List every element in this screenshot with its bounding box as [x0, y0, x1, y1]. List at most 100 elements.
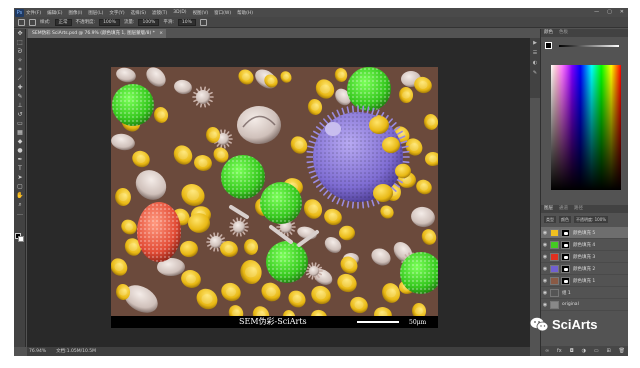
- layer-thumbnail: [550, 264, 559, 273]
- layer-mask-thumbnail[interactable]: [561, 228, 570, 237]
- eraser-tool-icon[interactable]: ▭: [14, 119, 26, 128]
- flow-field[interactable]: 100%: [138, 18, 160, 26]
- crop-tool-icon[interactable]: ⌗: [14, 65, 26, 74]
- layer-row[interactable]: ◉ 颜色填充 5: [541, 227, 628, 239]
- dodge-tool-icon[interactable]: ●: [14, 146, 26, 155]
- close-window-button[interactable]: ✕: [620, 8, 624, 17]
- visibility-eye-icon[interactable]: ◉: [541, 290, 549, 296]
- layer-thumbnail: [550, 228, 559, 237]
- smoothing-field[interactable]: 10%: [177, 18, 196, 26]
- menu-bar: Ps 文件(F) 编辑(E) 图像(I) 图层(L) 文字(Y) 选择(S) 滤…: [14, 8, 628, 17]
- layer-name: 颜色填充 4: [573, 242, 596, 248]
- tab-swatches[interactable]: 色板: [559, 29, 568, 37]
- marquee-tool-icon[interactable]: ⬚: [14, 38, 26, 47]
- lasso-tool-icon[interactable]: ᘐ: [14, 47, 26, 56]
- visibility-eye-icon[interactable]: ◉: [541, 230, 549, 236]
- layer-row[interactable]: ◉ 颜色填充 1: [541, 275, 628, 287]
- visibility-eye-icon[interactable]: ◉: [541, 254, 549, 260]
- layer-row[interactable]: ◉ original: [541, 299, 628, 311]
- layer-mask-thumbnail[interactable]: [561, 252, 570, 261]
- link-layers-icon[interactable]: ∞: [545, 348, 549, 354]
- menu-layer[interactable]: 图层(L): [88, 10, 103, 16]
- layer-thumbnail: [550, 240, 559, 249]
- layer-style-icon[interactable]: fx: [557, 348, 562, 354]
- adjustments-panel-icon[interactable]: ◐: [530, 58, 540, 68]
- path-selection-tool-icon[interactable]: ➤: [14, 173, 26, 182]
- layer-kind-filter[interactable]: 类型: [544, 215, 556, 223]
- delete-layer-icon[interactable]: 🗑: [619, 348, 625, 354]
- pen-tool-icon[interactable]: ✒: [14, 155, 26, 164]
- menu-3d[interactable]: 3D(D): [173, 10, 186, 15]
- new-layer-icon[interactable]: ⊞: [607, 348, 611, 354]
- color-panel-foreground-swatch[interactable]: [545, 42, 552, 49]
- menu-file[interactable]: 文件(F): [26, 10, 41, 16]
- hand-tool-icon[interactable]: ✋: [14, 191, 26, 200]
- properties-panel-icon[interactable]: ☰: [530, 48, 540, 58]
- maximize-button[interactable]: ▢: [607, 8, 612, 17]
- layer-row[interactable]: ◉ 组 1: [541, 287, 628, 299]
- brush-tool-icon[interactable]: ✎: [14, 92, 26, 101]
- healing-brush-tool-icon[interactable]: ✚: [14, 83, 26, 92]
- visibility-eye-icon[interactable]: ◉: [541, 278, 549, 284]
- flow-label: 流量:: [123, 20, 135, 25]
- layer-row[interactable]: ◉ 颜色填充 2: [541, 263, 628, 275]
- menu-type[interactable]: 文字(Y): [109, 10, 124, 16]
- layer-name: 颜色填充 3: [573, 254, 596, 260]
- magic-wand-tool-icon[interactable]: ✧: [14, 56, 26, 65]
- menu-image[interactable]: 图像(I): [68, 10, 82, 16]
- layer-mask-thumbnail[interactable]: [561, 276, 570, 285]
- close-document-icon[interactable]: ×: [159, 29, 163, 38]
- history-brush-tool-icon[interactable]: ↺: [14, 110, 26, 119]
- color-slider[interactable]: [559, 45, 619, 47]
- minimize-button[interactable]: —: [594, 8, 599, 17]
- history-panel-icon[interactable]: ▶: [530, 38, 540, 48]
- add-mask-icon[interactable]: ◘: [570, 348, 574, 354]
- style-select[interactable]: 正常: [54, 18, 72, 26]
- more-tools-icon[interactable]: …: [14, 209, 26, 218]
- new-group-icon[interactable]: ▭: [594, 348, 599, 354]
- clone-stamp-tool-icon[interactable]: ⊥: [14, 101, 26, 110]
- scale-bar-label: 50μm: [409, 319, 427, 326]
- move-tool-icon[interactable]: ✥: [14, 29, 26, 38]
- background-color-swatch[interactable]: [18, 236, 24, 242]
- settings-gear-icon[interactable]: [199, 18, 207, 26]
- adjustment-layer-icon[interactable]: ◑: [582, 348, 586, 354]
- brush-preset-icon[interactable]: [29, 18, 36, 26]
- blend-mode-select[interactable]: 颜色: [559, 215, 571, 223]
- gradient-tool-icon[interactable]: ▦: [14, 128, 26, 137]
- shape-tool-icon[interactable]: ▢: [14, 182, 26, 191]
- visibility-eye-icon[interactable]: ◉: [541, 302, 549, 308]
- menu-filter[interactable]: 滤镜(T): [152, 10, 167, 16]
- type-tool-icon[interactable]: T: [14, 164, 26, 173]
- tab-channels[interactable]: 通道: [559, 205, 568, 213]
- menu-select[interactable]: 选择(S): [131, 10, 146, 16]
- eyedropper-tool-icon[interactable]: ⟋: [14, 74, 26, 83]
- opacity-field[interactable]: 100%: [99, 18, 120, 26]
- layer-thumbnail: [550, 252, 559, 261]
- zoom-level[interactable]: 76.94%: [29, 347, 46, 356]
- brush-settings-panel-icon[interactable]: ✎: [530, 68, 540, 78]
- layers-footer: ∞ fx ◘ ◑ ▭ ⊞ 🗑: [541, 346, 628, 356]
- color-spectrum-picker[interactable]: [551, 65, 621, 190]
- visibility-eye-icon[interactable]: ◉: [541, 242, 549, 248]
- document-tab[interactable]: SEM伪彩 SciArts.psd @ 76.9% (颜色填充 1, 图层蒙版/…: [28, 29, 166, 38]
- layer-row[interactable]: ◉ 颜色填充 3: [541, 251, 628, 263]
- zoom-tool-icon[interactable]: ⌕: [14, 200, 26, 209]
- scale-bar: [357, 321, 399, 323]
- menu-help[interactable]: 帮助(H): [237, 10, 253, 16]
- document-canvas[interactable]: SEM伪彩-SciArts 50μm: [111, 67, 438, 328]
- window-controls: — ▢ ✕: [594, 8, 624, 17]
- layer-opacity-field[interactable]: 不透明度: 100%: [574, 215, 609, 223]
- tool-preset-icon[interactable]: [18, 18, 25, 26]
- layer-mask-thumbnail[interactable]: [561, 264, 570, 273]
- layer-row[interactable]: ◉ 颜色填充 4: [541, 239, 628, 251]
- tab-layers[interactable]: 图层: [544, 205, 553, 213]
- tab-paths[interactable]: 路径: [574, 205, 583, 213]
- tab-color[interactable]: 颜色: [544, 29, 553, 37]
- layer-mask-thumbnail[interactable]: [561, 240, 570, 249]
- menu-view[interactable]: 视图(V): [193, 10, 209, 16]
- visibility-eye-icon[interactable]: ◉: [541, 266, 549, 272]
- blur-tool-icon[interactable]: ◆: [14, 137, 26, 146]
- menu-window[interactable]: 窗口(W): [214, 10, 231, 16]
- menu-edit[interactable]: 编辑(E): [47, 10, 62, 16]
